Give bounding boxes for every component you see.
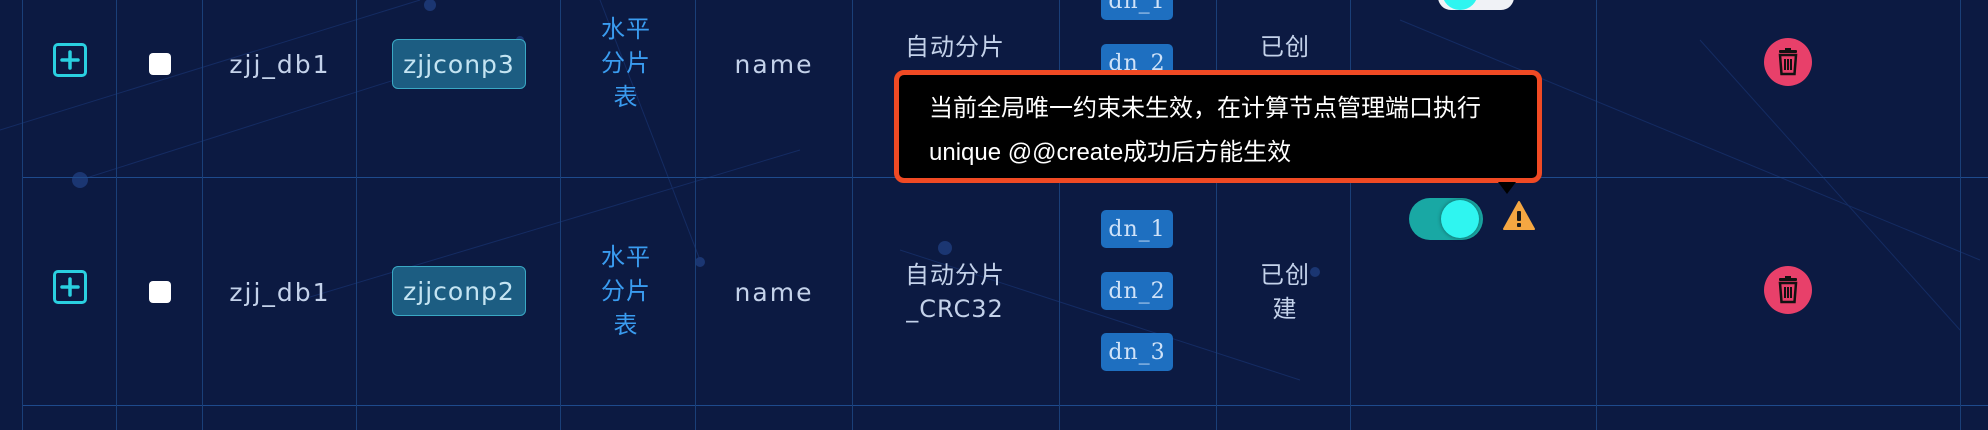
column-divider xyxy=(1059,0,1060,430)
warning-triangle-icon[interactable] xyxy=(1502,200,1536,232)
sharding-strategy-line: _CRC32 xyxy=(906,295,1004,323)
table-type-line: 表 xyxy=(613,310,639,339)
column-divider xyxy=(560,0,561,430)
column-divider xyxy=(695,0,696,430)
sharding-column: name xyxy=(734,49,814,79)
sharding-strategy: 自动分片 xyxy=(905,33,1005,61)
data-node-chip: dn_2 xyxy=(1101,272,1173,310)
database-name: zjj_db1 xyxy=(229,277,331,307)
plus-square-icon[interactable] xyxy=(53,43,87,77)
status-text: 已创 建 xyxy=(1240,256,1330,328)
column-divider xyxy=(22,0,23,430)
row-checkbox[interactable] xyxy=(149,281,171,303)
trash-icon[interactable] xyxy=(1764,266,1812,314)
tooltip-line: 当前全局唯一约束未生效，在计算节点管理端口执行 xyxy=(929,95,1481,122)
toggle-knob xyxy=(1442,0,1478,10)
data-node-chip: dn_3 xyxy=(1101,333,1173,371)
toggle-knob xyxy=(1441,200,1479,238)
data-node-chip: dn_1 xyxy=(1101,210,1173,248)
table-type-line: 分片 xyxy=(601,276,651,305)
table-type: 水平 分片 表 xyxy=(586,238,666,343)
tooltip-line: unique @@create成功后方能生效 xyxy=(929,139,1292,166)
column-divider xyxy=(1350,0,1351,430)
status-text-line: 已创 xyxy=(1260,261,1310,289)
row-divider xyxy=(22,405,1988,406)
table-type-line: 水平 xyxy=(601,242,651,271)
column-divider xyxy=(1960,0,1961,430)
table-name-tag[interactable]: zjjconp2 xyxy=(392,266,526,316)
trash-icon[interactable] xyxy=(1764,38,1812,86)
column-divider xyxy=(1216,0,1217,430)
database-name: zjj_db1 xyxy=(229,49,331,79)
column-divider xyxy=(852,0,853,430)
table-name-tag[interactable]: zjjconp3 xyxy=(392,39,526,89)
status-text-line: 建 xyxy=(1272,295,1298,323)
column-divider xyxy=(1596,0,1597,430)
table-type-line: 表 xyxy=(613,82,639,111)
sharding-column: name xyxy=(734,277,814,307)
column-divider xyxy=(116,0,117,430)
tooltip-arrow xyxy=(1498,182,1516,194)
table-type-line: 分片 xyxy=(601,48,651,77)
row-checkbox[interactable] xyxy=(149,53,171,75)
unique-constraint-toggle[interactable] xyxy=(1409,198,1483,240)
sharding-strategy: 自动分片 _CRC32 xyxy=(860,256,1050,328)
data-node-list: dn_1 dn_2 dn_3 xyxy=(1101,210,1175,380)
table-type-line: 水平 xyxy=(601,14,651,43)
column-divider xyxy=(356,0,357,430)
table-type: 水平 分片 表 xyxy=(586,10,666,115)
sharding-strategy-line: 自动分片 xyxy=(905,261,1005,289)
warning-tooltip: 当前全局唯一约束未生效，在计算节点管理端口执行 unique @@create成… xyxy=(894,70,1542,183)
data-node-chip: dn_1 xyxy=(1101,0,1173,20)
column-divider xyxy=(202,0,203,430)
unique-constraint-toggle[interactable] xyxy=(1438,0,1514,10)
plus-square-icon[interactable] xyxy=(53,270,87,304)
status-text: 已创 xyxy=(1260,33,1310,61)
